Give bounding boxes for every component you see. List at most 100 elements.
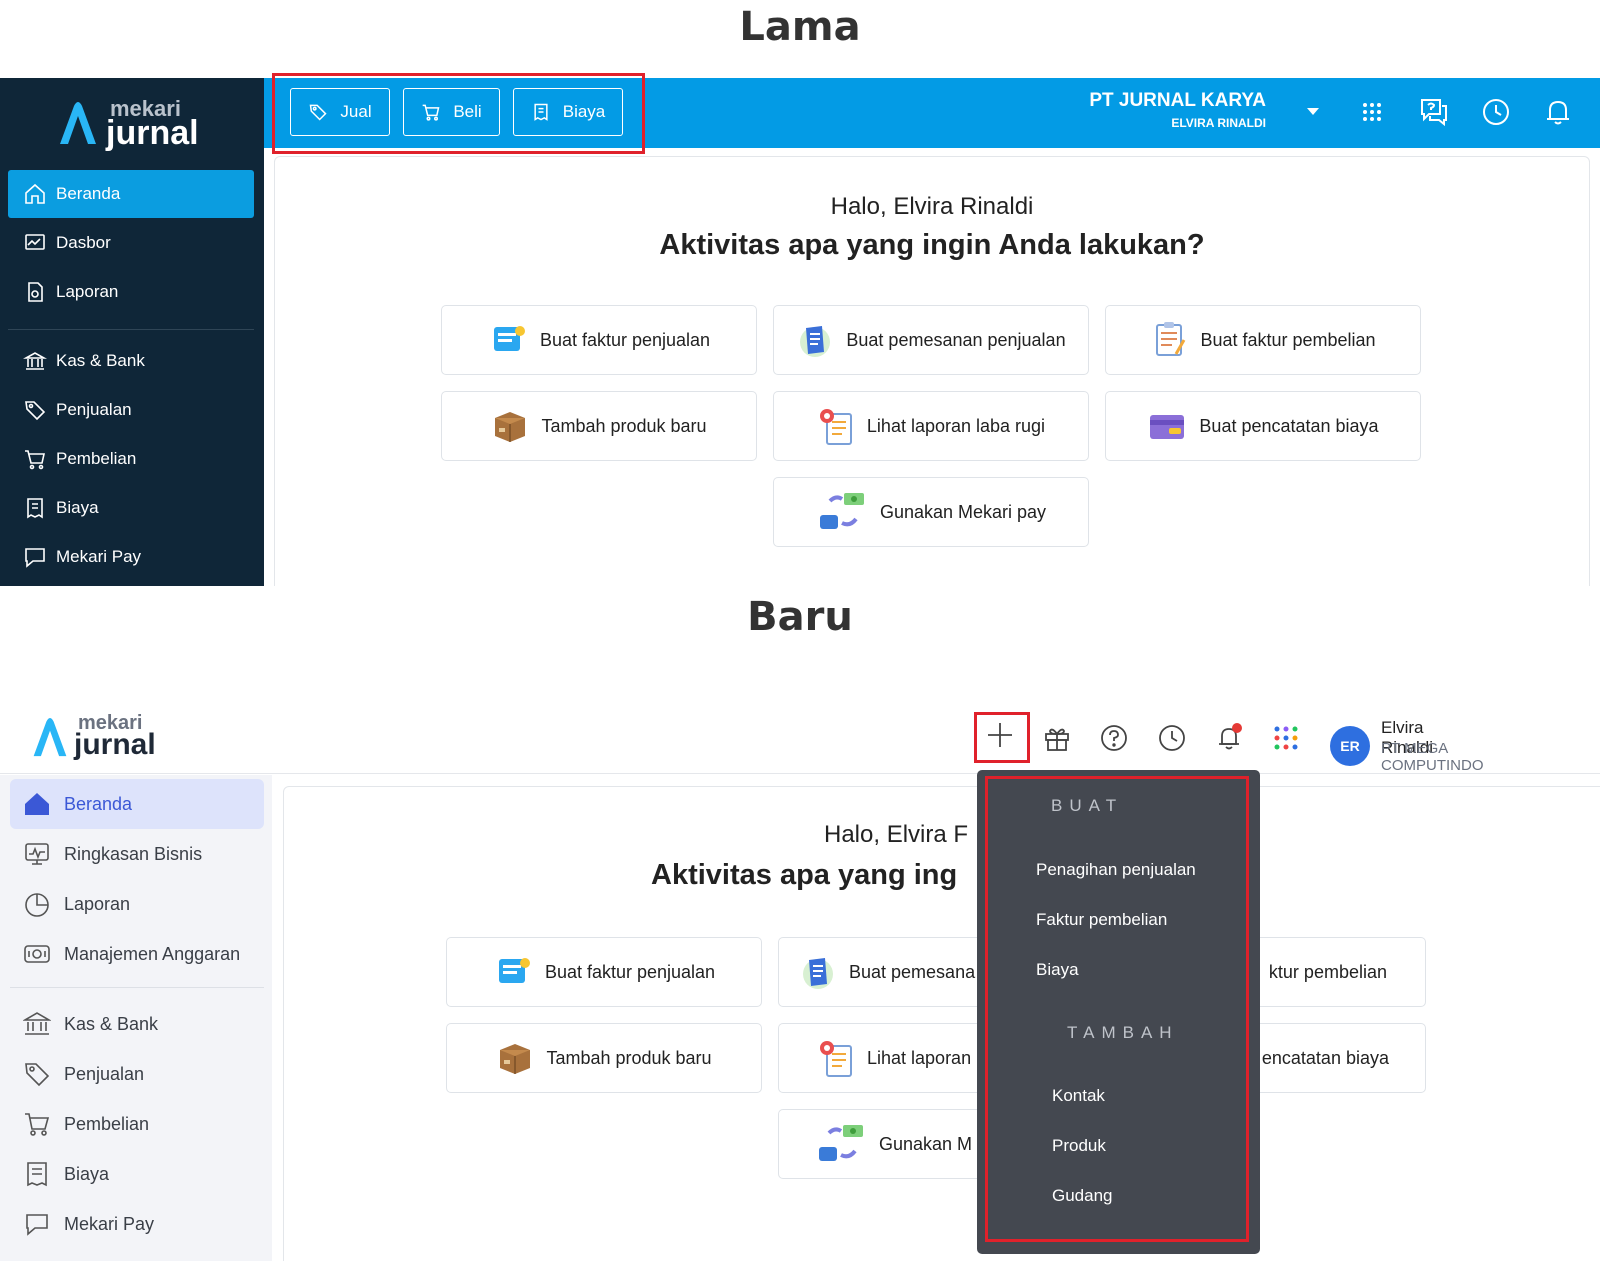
card-tambah-produk-baru[interactable]: Tambah produk baru bbox=[446, 1023, 762, 1093]
company-user: ELVIRA RINALDI bbox=[1171, 116, 1266, 130]
new-ui-screen: mekari jurnal ER Elvira Rinaldi PT MEGA … bbox=[0, 700, 1600, 1261]
bank-icon bbox=[22, 348, 48, 374]
apps-grid-icon[interactable] bbox=[1354, 94, 1390, 130]
sidebar-item-biaya[interactable]: Biaya bbox=[8, 484, 254, 532]
card-buat-faktur-penjualan[interactable]: Buat faktur penjualan bbox=[446, 937, 762, 1007]
card-label: Tambah produk baru bbox=[541, 415, 707, 436]
activity-question: Aktivitas apa yang ingin Anda lakukan? bbox=[659, 229, 1205, 261]
sidebar-item-label: Kas & Bank bbox=[56, 351, 145, 370]
order-icon bbox=[803, 958, 833, 989]
sidebar-item-beranda[interactable]: Beranda bbox=[8, 170, 254, 218]
invoice-icon bbox=[498, 958, 530, 983]
card-label: Buat faktur penjualan bbox=[544, 961, 716, 982]
pie-chart-icon bbox=[22, 889, 52, 919]
home-icon bbox=[22, 789, 52, 819]
sidebar-item-penjualan[interactable]: Penjualan bbox=[8, 386, 254, 434]
old-home-panel: Halo, Elvira Rinaldi Aktivitas apa yang … bbox=[274, 156, 1590, 586]
user-company: PT MEGA COMPUTINDO bbox=[1381, 740, 1484, 774]
sidebar-item-label: Penjualan bbox=[56, 400, 132, 419]
sidebar-item-label: Biaya bbox=[56, 498, 99, 517]
mekari-logo-icon bbox=[33, 718, 67, 757]
sidebar-item-label: Mekari Pay bbox=[64, 1213, 155, 1234]
sidebar-item-kas-bank[interactable]: Kas & Bank bbox=[10, 999, 264, 1049]
bank-icon bbox=[22, 1009, 52, 1039]
sidebar-item-manajemen-anggaran[interactable]: Manajemen Anggaran bbox=[10, 929, 264, 979]
card-label: Tambah produk baru bbox=[546, 1047, 712, 1068]
sidebar-item-laporan[interactable]: Laporan bbox=[8, 268, 254, 316]
money-transfer-icon bbox=[819, 493, 864, 529]
card-gunakan-mekari-pay[interactable]: Gunakan Mekari pay bbox=[773, 477, 1089, 547]
home-icon bbox=[22, 181, 48, 207]
receipt-icon bbox=[22, 1159, 52, 1189]
sidebar-item-label: Pembelian bbox=[64, 1113, 150, 1134]
sidebar-item-biaya[interactable]: Biaya bbox=[10, 1149, 264, 1199]
highlight-old-quick-buttons bbox=[272, 73, 645, 154]
cart-icon bbox=[22, 446, 48, 472]
tag-icon bbox=[22, 397, 48, 423]
sidebar-item-penjualan[interactable]: Penjualan bbox=[10, 1049, 264, 1099]
money-transfer-icon bbox=[819, 1125, 863, 1161]
card-label: ktur pembelian bbox=[1268, 961, 1387, 982]
new-logo[interactable]: mekari jurnal bbox=[30, 712, 180, 768]
old-ui-screen: mekari jurnal Beranda Dasbor Laporan Kas… bbox=[0, 78, 1600, 586]
bell-icon[interactable] bbox=[1209, 718, 1249, 758]
bell-icon[interactable] bbox=[1540, 94, 1576, 130]
sidebar-item-beranda[interactable]: Beranda bbox=[10, 779, 264, 829]
highlight-new-dropdown bbox=[985, 776, 1249, 1242]
help-icon[interactable] bbox=[1094, 718, 1134, 758]
clock-icon[interactable] bbox=[1478, 94, 1514, 130]
dashboard-icon bbox=[22, 230, 48, 256]
report-icon bbox=[22, 279, 48, 305]
card-tambah-produk-baru[interactable]: Tambah produk baru bbox=[441, 391, 757, 461]
card-label: Buat pencatatan biaya bbox=[1199, 415, 1379, 436]
sidebar-item-laporan[interactable]: Laporan bbox=[10, 879, 264, 929]
help-chat-icon[interactable] bbox=[1416, 94, 1452, 130]
old-logo[interactable]: mekari jurnal bbox=[56, 96, 216, 156]
chevron-down-icon[interactable] bbox=[1307, 108, 1319, 115]
sidebar-item-label: Mekari Pay bbox=[56, 547, 142, 566]
logo-text-jurnal: jurnal bbox=[74, 728, 156, 761]
cart-icon bbox=[22, 1109, 52, 1139]
sidebar-item-label: Laporan bbox=[56, 282, 119, 301]
box-icon bbox=[500, 1044, 531, 1074]
card-label: Gunakan M bbox=[879, 1133, 973, 1154]
card-lihat-laporan-laba-rugi[interactable]: Lihat laporan laba rugi bbox=[773, 391, 1089, 461]
card-label: encatatan biaya bbox=[1261, 1047, 1389, 1068]
card-buat-faktur-pembelian[interactable]: Buat faktur pembelian bbox=[1105, 305, 1421, 375]
chat-icon bbox=[22, 1209, 52, 1239]
sidebar-item-label: Beranda bbox=[64, 793, 133, 814]
highlight-new-plus-button bbox=[974, 712, 1030, 763]
sidebar-item-dasbor[interactable]: Dasbor bbox=[8, 219, 254, 267]
new-header: mekari jurnal ER Elvira Rinaldi PT MEGA … bbox=[0, 700, 1600, 774]
company-name: PT JURNAL KARYA bbox=[1089, 90, 1266, 111]
sidebar-item-label: Manajemen Anggaran bbox=[64, 943, 241, 964]
greeting-text: Halo, Elvira Rinaldi bbox=[830, 193, 1034, 220]
sidebar-item-label: Ringkasan Bisnis bbox=[64, 843, 203, 864]
card-label: Buat faktur penjualan bbox=[539, 329, 711, 350]
avatar: ER bbox=[1330, 726, 1370, 766]
sidebar-item-mekari-pay[interactable]: Mekari Pay bbox=[10, 1199, 264, 1249]
invoice-icon bbox=[493, 326, 525, 351]
card-buat-faktur-penjualan[interactable]: Buat faktur penjualan bbox=[441, 305, 757, 375]
apps-grid-icon[interactable] bbox=[1266, 718, 1306, 758]
card-label: Buat pemesana bbox=[849, 961, 976, 982]
sidebar-item-label: Beranda bbox=[56, 184, 121, 203]
old-sidebar: mekari jurnal Beranda Dasbor Laporan Kas… bbox=[0, 78, 264, 586]
report-target-icon bbox=[819, 409, 852, 445]
sidebar-item-label: Kas & Bank bbox=[64, 1013, 159, 1034]
sidebar-item-kas-bank[interactable]: Kas & Bank bbox=[8, 337, 254, 385]
sidebar-item-mekari-pay[interactable]: Mekari Pay bbox=[8, 533, 254, 581]
company-switcher[interactable]: PT JURNAL KARYA ELVIRA RINALDI bbox=[1089, 90, 1266, 130]
sidebar-item-label: Pembelian bbox=[56, 449, 137, 468]
sidebar-item-pembelian[interactable]: Pembelian bbox=[10, 1099, 264, 1149]
sidebar-item-pembelian[interactable]: Pembelian bbox=[8, 435, 254, 483]
section-title-old: Lama bbox=[739, 4, 861, 50]
gift-icon[interactable] bbox=[1037, 718, 1077, 758]
card-buat-pemesanan-penjualan[interactable]: Buat pemesanan penjualan bbox=[773, 305, 1089, 375]
card-buat-pencatatan-biaya[interactable]: Buat pencatatan biaya bbox=[1105, 391, 1421, 461]
clock-icon[interactable] bbox=[1152, 718, 1192, 758]
chat-icon bbox=[22, 544, 48, 570]
logo-text-jurnal: jurnal bbox=[106, 114, 199, 152]
sidebar-item-ringkasan-bisnis[interactable]: Ringkasan Bisnis bbox=[10, 829, 264, 879]
card-label: Gunakan Mekari pay bbox=[879, 501, 1047, 522]
